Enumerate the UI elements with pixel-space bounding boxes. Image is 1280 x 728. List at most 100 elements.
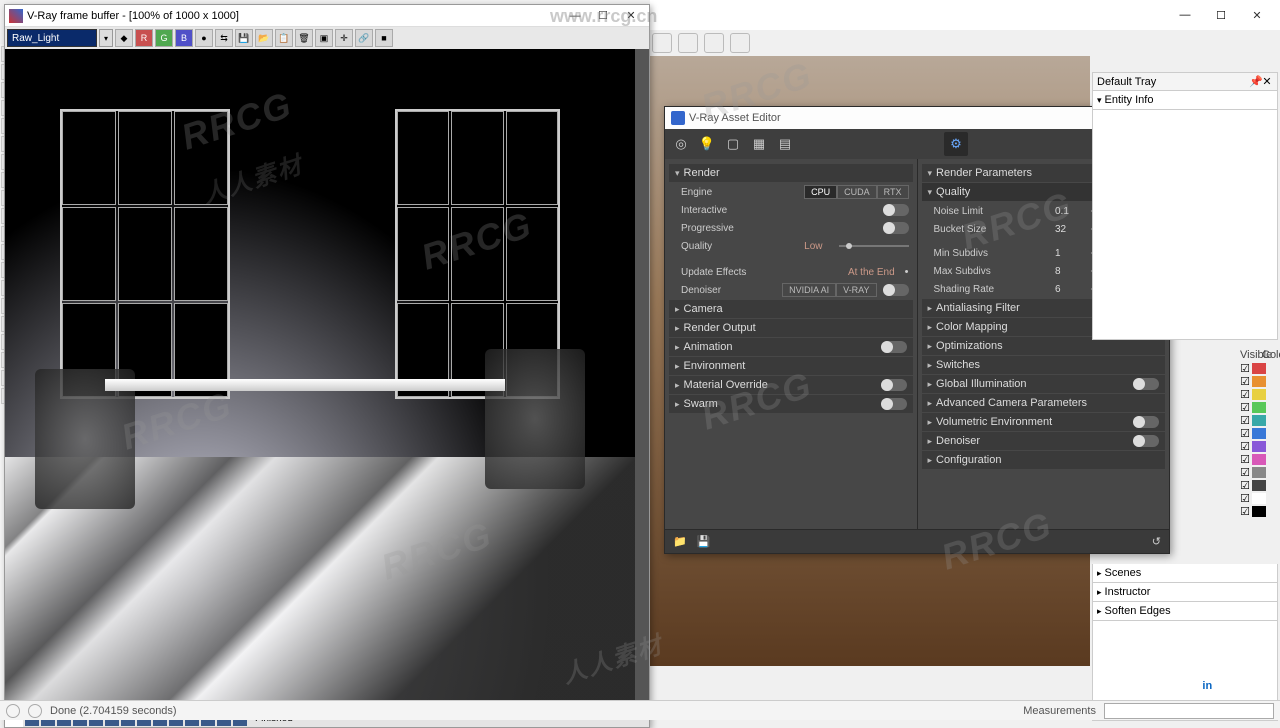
close-button[interactable]: ✕ [1242,4,1272,26]
tag-visible-checkbox[interactable]: ☑ [1238,363,1252,374]
vfb-rgb-icon[interactable]: ◆ [115,29,133,47]
tray-instructor[interactable]: ▸Instructor [1092,583,1278,602]
vfb-clipboard-icon[interactable]: 📋 [275,29,293,47]
animation-toggle[interactable] [881,341,907,353]
progressive-toggle[interactable] [883,222,909,234]
vray-interactive-icon[interactable] [678,33,698,53]
shading-rate-value[interactable]: 6 [1055,284,1085,295]
gi-toggle[interactable] [1133,378,1159,390]
ae-section-denoiser2[interactable]: ▸Denoiser [922,432,1166,450]
vfb-channel-arrow[interactable]: ▾ [99,29,113,47]
minimize-button[interactable]: — [1170,4,1200,26]
tag-visible-checkbox[interactable]: ☑ [1238,428,1252,439]
tag-color-swatch[interactable] [1252,402,1266,413]
ae-section-swarm[interactable]: ▸Swarm [669,395,913,413]
denoiser-vray[interactable]: V-RAY [836,283,876,297]
ae-section-render[interactable]: ▾Render [669,164,913,182]
tag-visible-checkbox[interactable]: ☑ [1238,506,1252,517]
ae-section-render-output[interactable]: ▸Render Output [669,319,913,337]
tray-header[interactable]: Default Tray 📌✕ [1092,72,1278,91]
vfb-track-icon[interactable]: ✛ [335,29,353,47]
engine-cuda[interactable]: CUDA [837,185,877,199]
engine-cpu[interactable]: CPU [804,185,837,199]
tag-color-swatch[interactable] [1252,441,1266,452]
vfb-clear-icon[interactable]: 🗑 [295,29,313,47]
ae-section-material-override[interactable]: ▸Material Override [669,376,913,394]
ae-folder-icon[interactable]: 📁 [673,535,687,548]
quality-slider[interactable] [839,245,909,247]
bucket-size-value[interactable]: 32 [1055,224,1085,235]
tag-visible-checkbox[interactable]: ☑ [1238,376,1252,387]
denoiser-pills[interactable]: NVIDIA AI V-RAY [782,283,876,297]
tag-color-swatch[interactable] [1252,467,1266,478]
vfb-mono-icon[interactable]: ● [195,29,213,47]
vray-viewport-icon[interactable] [704,33,724,53]
tray-close-icon[interactable]: ✕ [1261,75,1273,88]
engine-pills[interactable]: CPU CUDA RTX [804,185,908,199]
ae-section-camera[interactable]: ▸Camera [669,300,913,318]
ae-section-environment[interactable]: ▸Environment [669,357,913,375]
tag-color-swatch[interactable] [1252,389,1266,400]
vfb-blue-channel[interactable]: B [175,29,193,47]
ae-section-vol-env[interactable]: ▸Volumetric Environment [922,413,1166,431]
tag-color-swatch[interactable] [1252,376,1266,387]
tag-color-swatch[interactable] [1252,480,1266,491]
tray-pin-icon[interactable]: 📌 [1249,75,1261,88]
interactive-toggle[interactable] [883,204,909,216]
ae-tab-render-elements[interactable]: ▤ [773,132,797,156]
swarm-toggle[interactable] [881,398,907,410]
tag-visible-checkbox[interactable]: ☑ [1238,389,1252,400]
ae-section-animation[interactable]: ▸Animation [669,338,913,356]
vfb-region-icon[interactable]: ▣ [315,29,333,47]
tag-visible-checkbox[interactable]: ☑ [1238,467,1252,478]
tag-visible-checkbox[interactable]: ☑ [1238,480,1252,491]
maximize-button[interactable]: ☐ [1206,4,1236,26]
tag-visible-checkbox[interactable]: ☑ [1238,441,1252,452]
ae-tab-materials[interactable]: ◎ [669,132,693,156]
tag-visible-checkbox[interactable]: ☑ [1238,415,1252,426]
vfb-switch-icon[interactable]: ⇆ [215,29,233,47]
help-icon[interactable] [6,704,20,718]
ae-tab-geometry[interactable]: ▢ [721,132,745,156]
denoiser2-toggle[interactable] [1133,435,1159,447]
ae-section-config[interactable]: ▸Configuration [922,451,1166,469]
vfb-render-viewport[interactable] [5,49,649,717]
vfb-channel-dropdown[interactable]: Raw_Light [7,29,97,47]
tag-color-swatch[interactable] [1252,363,1266,374]
vfb-green-channel[interactable]: G [155,29,173,47]
vfb-save-icon[interactable]: 💾 [235,29,253,47]
ae-save-icon[interactable]: 💾 [697,535,711,548]
denoiser-toggle[interactable] [883,284,909,296]
vfb-load-icon[interactable]: 📂 [255,29,273,47]
ae-section-switches[interactable]: ▸Switches [922,356,1166,374]
tag-color-swatch[interactable] [1252,415,1266,426]
vfb-stop-icon[interactable]: ■ [375,29,393,47]
min-subdivs-value[interactable]: 1 [1055,248,1085,259]
tag-color-swatch[interactable] [1252,454,1266,465]
tag-color-swatch[interactable] [1252,506,1266,517]
vfb-scrollbar[interactable] [635,49,649,717]
ae-section-adv-camera[interactable]: ▸Advanced Camera Parameters [922,394,1166,412]
tag-color-swatch[interactable] [1252,428,1266,439]
user-icon[interactable] [28,704,42,718]
tray-entity-info[interactable]: ▾Entity Info [1092,91,1278,110]
tray-scenes[interactable]: ▸Scenes [1092,564,1278,583]
ae-tab-settings[interactable]: ⚙ [944,132,968,156]
vray-render-icon[interactable] [652,33,672,53]
noise-limit-value[interactable]: 0.1 [1055,206,1085,217]
max-subdivs-value[interactable]: 8 [1055,266,1085,277]
tag-visible-checkbox[interactable]: ☑ [1238,402,1252,413]
ae-tab-lights[interactable]: 💡 [695,132,719,156]
measurements-input[interactable] [1104,703,1274,719]
update-effects-value[interactable]: At the End [848,267,895,278]
tag-color-swatch[interactable] [1252,493,1266,504]
ae-section-gi[interactable]: ▸Global Illumination [922,375,1166,393]
vfb-link-icon[interactable]: 🔗 [355,29,373,47]
tag-visible-checkbox[interactable]: ☑ [1238,454,1252,465]
material-override-toggle[interactable] [881,379,907,391]
tag-visible-checkbox[interactable]: ☑ [1238,493,1252,504]
tray-soften-edges[interactable]: ▸Soften Edges [1092,602,1278,621]
engine-rtx[interactable]: RTX [877,185,909,199]
denoiser-nvidia[interactable]: NVIDIA AI [782,283,836,297]
vray-lock-icon[interactable] [730,33,750,53]
